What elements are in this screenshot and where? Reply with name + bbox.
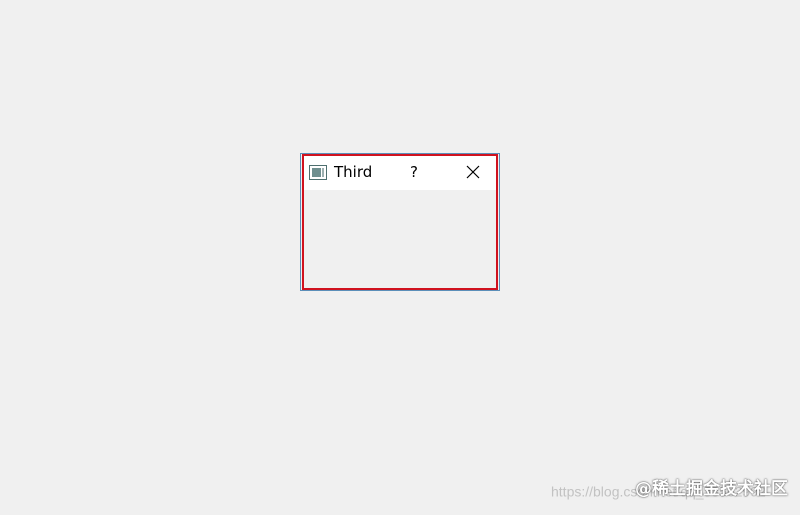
close-icon <box>466 165 480 179</box>
close-button[interactable] <box>458 159 488 185</box>
dialog-window: Third ? <box>300 153 500 291</box>
dialog-titlebar[interactable]: Third ? <box>304 156 496 190</box>
dialog-title: Third <box>334 163 373 181</box>
watermark: https://blog.csdn.net/qq_33562992 @稀土掘金技… <box>551 480 788 501</box>
help-button[interactable]: ? <box>400 159 428 185</box>
watermark-brand: @稀土掘金技术社区 <box>635 479 788 499</box>
window-icon <box>309 165 327 180</box>
